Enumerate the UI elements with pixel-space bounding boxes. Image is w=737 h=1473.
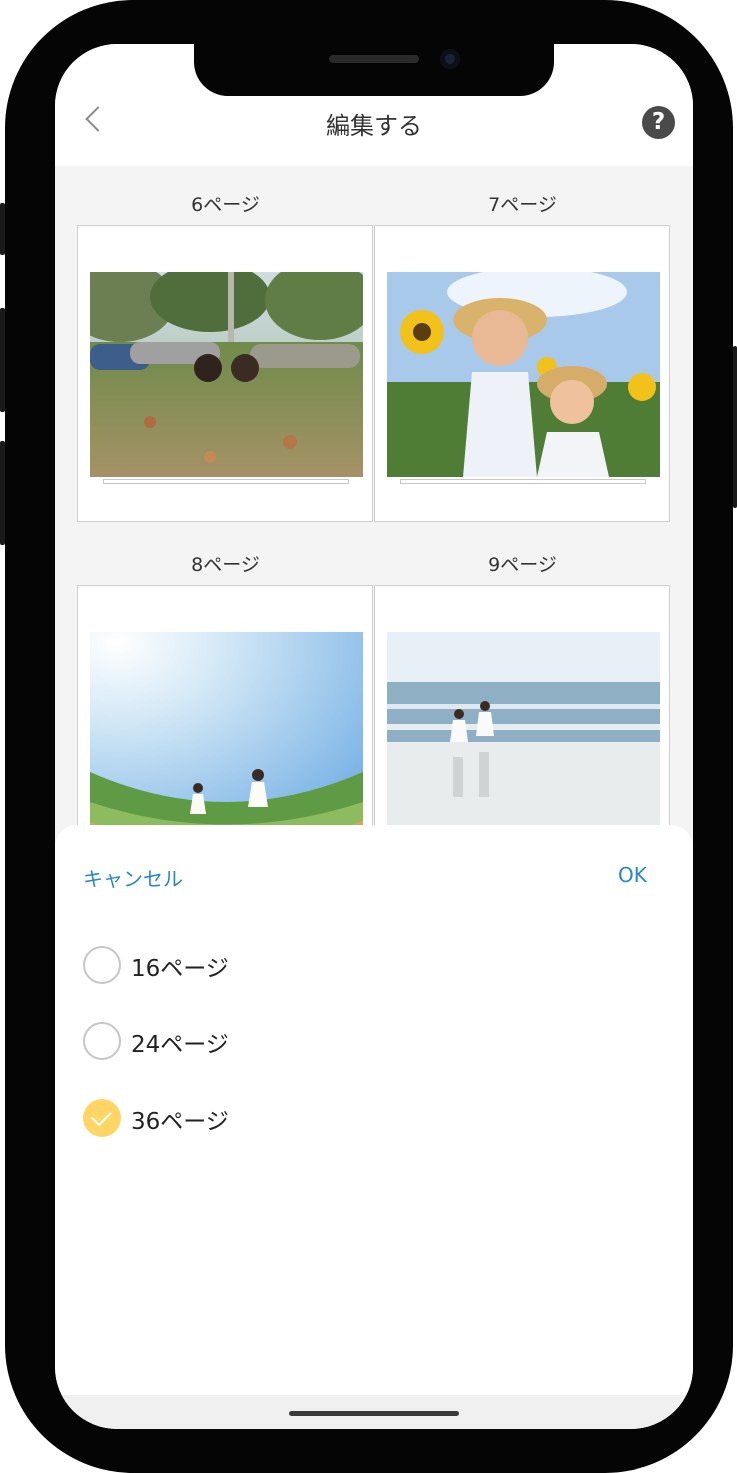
page-label-7: 7ページ: [488, 194, 557, 216]
radio-unchecked-icon[interactable]: [83, 1022, 121, 1060]
front-camera: [440, 49, 460, 69]
page-label-6: 6ページ: [191, 194, 260, 216]
caption-placeholder: [400, 479, 646, 484]
mute-switch: [0, 203, 5, 255]
option-label: 36ページ: [131, 1109, 229, 1135]
radio-checked-icon[interactable]: [83, 1099, 121, 1137]
cancel-button[interactable]: キャンセル: [83, 863, 183, 892]
page-count-picker-sheet: キャンセル OK 16ページ 24ページ 36ページ: [55, 825, 693, 1395]
caption-placeholder: [103, 479, 349, 484]
option-label: 24ページ: [131, 1032, 229, 1058]
checkmark-icon: [91, 1105, 112, 1127]
photo-girls-on-beach: [387, 632, 660, 836]
page-title: 編集する: [326, 112, 422, 140]
page-thumbnail-8[interactable]: [77, 585, 373, 836]
option-36-pages[interactable]: 36ページ: [83, 1099, 643, 1137]
phone-frame: 編集する ? 6ページ 7ページ 8ページ 9ページ キャンセル OK 16ペー…: [0, 0, 737, 1473]
photo-girls-sunflowers: [387, 272, 660, 477]
power-button: [733, 346, 737, 508]
page-thumbnail-6[interactable]: [77, 225, 373, 522]
photo-girls-under-sky: [90, 632, 363, 836]
page-label-8: 8ページ: [191, 554, 260, 576]
option-24-pages[interactable]: 24ページ: [83, 1022, 643, 1060]
home-indicator[interactable]: [289, 1411, 459, 1416]
radio-unchecked-icon[interactable]: [83, 946, 121, 984]
speaker-grille: [329, 55, 419, 63]
ok-button[interactable]: OK: [618, 863, 647, 887]
app-screen: 編集する ? 6ページ 7ページ 8ページ 9ページ キャンセル OK 16ペー…: [55, 44, 693, 1429]
notch: [194, 40, 554, 96]
option-16-pages[interactable]: 16ページ: [83, 946, 643, 984]
option-label: 16ページ: [131, 956, 229, 982]
photo-children-on-grass: [90, 272, 363, 477]
help-icon[interactable]: ?: [642, 106, 675, 139]
volume-down-button: [0, 441, 5, 545]
page-thumbnail-7[interactable]: [374, 225, 670, 522]
page-label-9: 9ページ: [488, 554, 557, 576]
page-thumbnail-9[interactable]: [374, 585, 670, 836]
volume-up-button: [0, 308, 5, 412]
